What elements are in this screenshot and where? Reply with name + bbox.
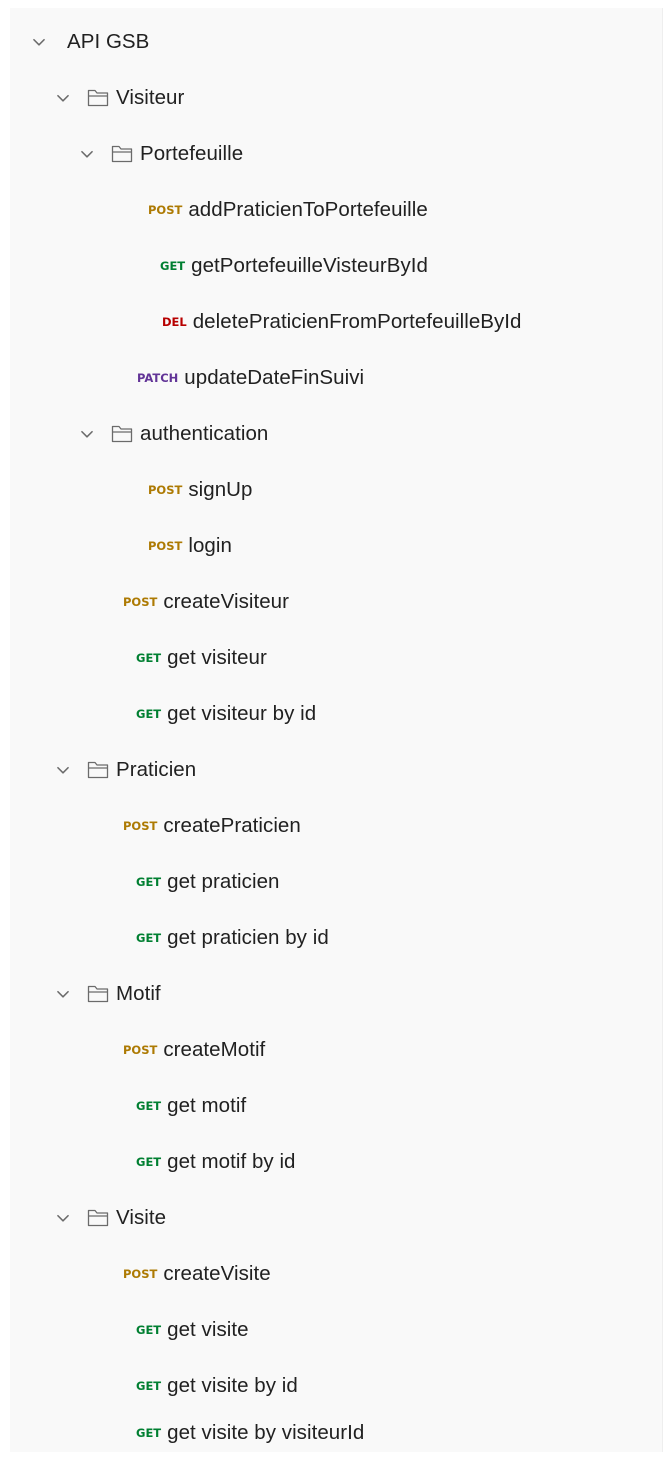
request-label: createVisite [163,1262,271,1285]
tree-item-label: Portefeuille [140,142,244,165]
method-badge: GET [136,1099,162,1113]
request-label: get visite by visiteurId [167,1421,365,1444]
tree-request-item[interactable]: PATCH updateDateFinSuivi [10,350,662,406]
tree-request-item[interactable]: GET get praticien [10,854,662,910]
tree-request-item[interactable]: GET getPortefeuilleVisteurById [10,238,662,294]
tree-request-item[interactable]: GET get praticien by id [10,910,662,966]
tree-request-item[interactable]: GET get visiteur [10,630,662,686]
method-badge: GET [136,1379,162,1393]
tree-request-item[interactable]: GET get motif by id [10,1134,662,1190]
tree-request-item[interactable]: GET get motif [10,1078,662,1134]
method-badge: GET [136,1155,162,1169]
chevron-down-icon[interactable] [54,1209,72,1227]
request-label: get visite by id [167,1374,298,1397]
tree-request-item[interactable]: POST createVisiteur [10,574,662,630]
tree-folder-visiteur[interactable]: Visiteur [10,70,662,126]
method-badge: POST [148,539,183,553]
method-badge: GET [136,1426,162,1440]
method-badge: POST [123,1267,158,1281]
folder-icon [111,425,133,443]
tree-request-item[interactable]: GET get visite by id [10,1358,662,1414]
method-badge: GET [136,1323,162,1337]
method-badge: GET [136,875,162,889]
request-label: createMotif [163,1038,266,1061]
method-badge: GET [136,651,162,665]
tree-folder-authentication[interactable]: authentication [10,406,662,462]
request-label: addPraticienToPortefeuille [188,198,428,221]
tree-request-item[interactable]: DEL deletePraticienFromPortefeuilleById [10,294,662,350]
tree-item-label: Motif [116,982,161,1005]
request-label: login [188,534,232,557]
method-badge: POST [148,203,183,217]
tree-folder-motif[interactable]: Motif [10,966,662,1022]
tree-item-label: API GSB [67,30,150,53]
chevron-down-icon[interactable] [30,33,48,51]
tree-request-item[interactable]: POST createVisite [10,1246,662,1302]
chevron-down-icon[interactable] [54,761,72,779]
method-badge: GET [136,707,162,721]
chevron-down-icon[interactable] [54,985,72,1003]
tree-request-item[interactable]: GET get visite [10,1302,662,1358]
request-label: createPraticien [163,814,301,837]
method-badge: POST [148,483,183,497]
tree-item-label: Visite [116,1206,167,1229]
chevron-down-icon[interactable] [78,145,96,163]
collection-tree: API GSB Visiteur Portefeuille POST addPr… [10,8,663,1452]
method-badge: POST [123,1043,158,1057]
method-badge: POST [123,819,158,833]
request-label: get praticien [167,870,280,893]
request-label: getPortefeuilleVisteurById [191,254,428,277]
request-label: get visiteur by id [167,702,317,725]
folder-icon [87,89,109,107]
method-badge: PATCH [137,371,179,385]
request-label: get visite [167,1318,249,1341]
method-badge: DEL [162,315,187,329]
request-label: signUp [188,478,253,501]
tree-request-item[interactable]: POST addPraticienToPortefeuille [10,182,662,238]
request-label: deletePraticienFromPortefeuilleById [192,310,522,333]
request-label: createVisiteur [163,590,290,613]
tree-item-label: Visiteur [116,86,185,109]
method-badge: POST [123,595,158,609]
request-label: get praticien by id [167,926,329,949]
request-label: updateDateFinSuivi [184,366,365,389]
tree-request-item[interactable]: GET get visiteur by id [10,686,662,742]
tree-folder-visite[interactable]: Visite [10,1190,662,1246]
tree-item-label: authentication [140,422,269,445]
folder-icon [87,985,109,1003]
folder-icon [87,761,109,779]
request-label: get motif [167,1094,247,1117]
method-badge: GET [160,259,186,273]
request-label: get motif by id [167,1150,296,1173]
chevron-down-icon[interactable] [78,425,96,443]
tree-item-label: Praticien [116,758,197,781]
tree-request-item[interactable]: GET get visite by visiteurId [10,1414,662,1452]
tree-request-item[interactable]: POST login [10,518,662,574]
tree-request-item[interactable]: POST signUp [10,462,662,518]
tree-root-api-gsb[interactable]: API GSB [10,14,662,70]
tree-request-item[interactable]: POST createPraticien [10,798,662,854]
tree-request-item[interactable]: POST createMotif [10,1022,662,1078]
folder-icon [111,145,133,163]
chevron-down-icon[interactable] [54,89,72,107]
tree-folder-portefeuille[interactable]: Portefeuille [10,126,662,182]
request-label: get visiteur [167,646,267,669]
tree-folder-praticien[interactable]: Praticien [10,742,662,798]
method-badge: GET [136,931,162,945]
folder-icon [87,1209,109,1227]
